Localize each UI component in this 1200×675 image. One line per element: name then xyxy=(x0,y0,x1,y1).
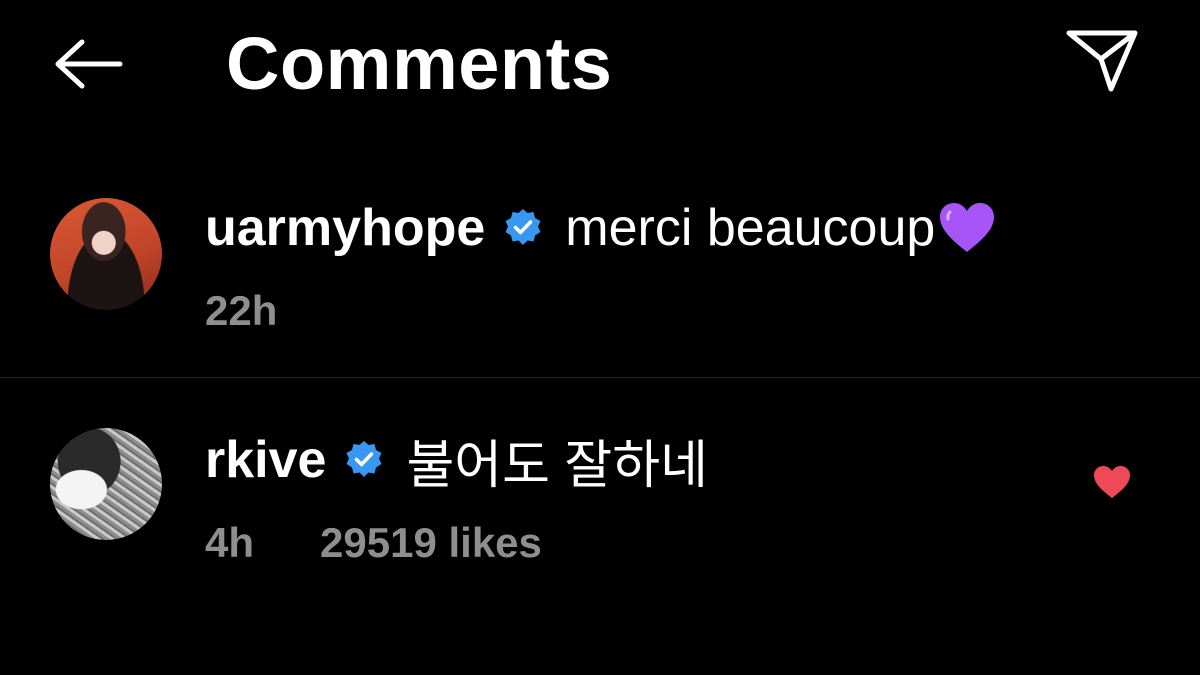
paper-plane-icon xyxy=(1066,30,1138,92)
comment-text: merci beaucoup xyxy=(565,199,936,257)
comment-text: 불어도 잘하네 xyxy=(406,436,708,495)
comment-line: rkive 불어도 잘하네 xyxy=(205,428,708,495)
comment-item: rkive 불어도 잘하네 4h 29519 likes xyxy=(0,410,1200,610)
arrow-left-icon xyxy=(55,39,123,89)
back-button[interactable] xyxy=(44,28,132,100)
comment-line: uarmyhope merci beaucoup xyxy=(205,196,997,260)
comment-item: uarmyhope merci beaucoup 22h xyxy=(0,180,1200,376)
verified-badge-icon xyxy=(503,208,543,248)
comments-header: Comments xyxy=(0,0,1200,130)
comment-meta: 4h 29519 likes xyxy=(205,518,542,568)
comment-time: 22h xyxy=(205,287,278,334)
comment-username[interactable]: uarmyhope xyxy=(205,198,485,258)
share-button[interactable] xyxy=(1054,20,1150,100)
comment-username[interactable]: rkive xyxy=(205,430,326,490)
likes-count[interactable]: 29519 likes xyxy=(320,519,542,567)
like-button[interactable] xyxy=(1088,458,1136,506)
avatar[interactable] xyxy=(50,198,162,310)
comment-meta: 22h xyxy=(205,286,277,336)
divider xyxy=(0,377,1200,378)
purple-heart-icon xyxy=(937,200,997,256)
heart-filled-icon xyxy=(1094,466,1130,498)
comment-time: 4h xyxy=(205,519,255,566)
avatar[interactable] xyxy=(50,428,162,540)
verified-badge-icon xyxy=(344,440,384,480)
page-title: Comments xyxy=(226,22,613,105)
